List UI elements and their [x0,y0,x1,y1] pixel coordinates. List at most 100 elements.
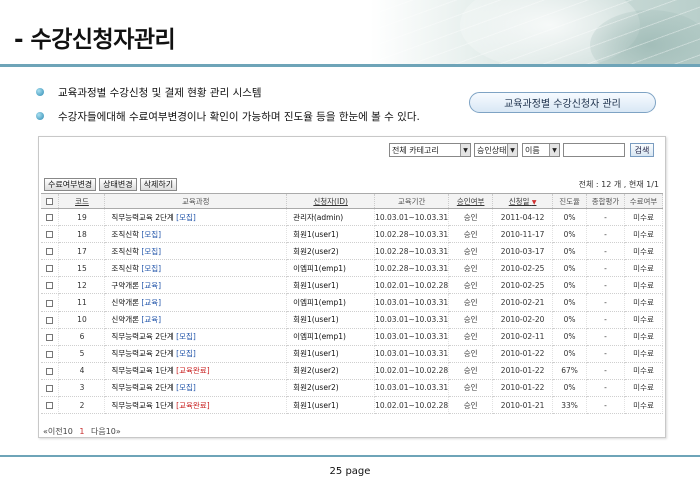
col-eval: 종합평가 [586,193,625,209]
table-row[interactable]: 15 조직신학 [모집] 이엠피1(emp1) 10.02.28~10.03.31 승인… [41,259,664,278]
cell-approval: 승인 [448,362,494,380]
table-row[interactable]: 18 조직신학 [모집] 회원1(user1) 10.02.28~10.03.31 승인… [41,225,664,244]
row-checkbox[interactable] [46,214,54,222]
cell-course[interactable]: 조직신학 [모집] [104,225,288,244]
delete-button[interactable]: 삭제하기 [139,178,178,191]
action-buttons: 수료여부변경 상태변경 삭제하기 [44,178,180,191]
cell-approval: 승인 [448,328,494,346]
cell-date: 2010-02-20 [492,311,554,329]
cell-applicant: 이엠피1(emp1) [286,293,376,312]
prev-page-link[interactable]: «이전10 [43,427,73,436]
row-select-cell [41,362,60,380]
row-checkbox[interactable] [46,231,54,239]
cell-course[interactable]: 직무능력교육 1단계 [교육완료] [104,396,288,415]
search-button[interactable]: 검색 [630,143,654,157]
table-row[interactable]: 19 직무능력교육 2단계 [모집] 관리자(admin) 10.03.01~10.0… [41,208,664,227]
category-select[interactable]: 전체 카테고리 ▼ [389,143,471,157]
cell-code: 15 [58,259,106,278]
table-row[interactable]: 11 신약개론 [교육] 이엠피1(emp1) 10.03.01~10.03.31 승인… [41,293,664,312]
cell-course[interactable]: 직무능력교육 2단계 [모집] [104,379,288,398]
cell-eval: - [586,208,625,227]
cell-applicant: 이엠피1(emp1) [286,328,376,346]
cell-complete: 미수료 [624,328,664,346]
row-checkbox[interactable] [46,248,54,256]
col-progress: 진도율 [552,193,588,209]
course-name: 직무능력교육 1단계 [111,366,174,376]
cell-complete: 미수료 [624,293,664,312]
row-select-cell [41,379,60,398]
cell-code: 19 [58,208,106,227]
cell-eval: - [586,362,625,380]
cell-course[interactable]: 구약개론 [교육] [104,276,288,295]
row-checkbox[interactable] [46,367,54,375]
col-approval[interactable]: 승인여부 [448,193,494,209]
cell-course[interactable]: 조직신학 [모집] [104,259,288,278]
table-row[interactable]: 2 직무능력교육 1단계 [교육완료] 회원1(user1) 10.02.01~10.… [41,396,664,415]
status-select[interactable]: 승인상태 ▼ [474,143,518,157]
change-status-button[interactable]: 상태변경 [99,178,137,191]
select-all-checkbox[interactable] [46,198,54,205]
category-select-value: 전체 카테고리 [392,145,439,155]
field-select[interactable]: 이름 ▼ [522,143,560,157]
course-status-tag: [교육] [141,315,162,325]
decoration-lines [370,0,700,66]
col-code[interactable]: 코드 [58,193,106,209]
row-select-cell [41,396,60,415]
cell-course[interactable]: 신약개론 [교육] [104,293,288,312]
cell-code: 5 [58,345,106,363]
cell-course[interactable]: 직무능력교육 2단계 [모집] [104,208,288,227]
enrollment-table: 코드 교육과정 신청자(ID) 교육기간 승인여부 신청일 ▼ 진도율 종합평가… [41,193,664,415]
row-checkbox[interactable] [46,384,54,392]
cell-period: 10.02.01~10.02.28 [374,362,450,380]
cell-course[interactable]: 신약개론 [교육] [104,311,288,329]
search-input[interactable] [563,143,625,157]
cell-complete: 미수료 [624,311,664,329]
chevron-down-icon: ▼ [549,144,559,156]
course-name: 직무능력교육 2단계 [111,383,174,393]
table-row[interactable]: 17 조직신학 [모집] 회원2(user2) 10.02.28~10.03.31 승인… [41,242,664,261]
cell-eval: - [586,293,625,312]
cell-eval: - [586,311,625,329]
cell-approval: 승인 [448,242,494,261]
table-row[interactable]: 10 신약개론 [교육] 회원1(user1) 10.03.01~10.03.31 승인… [41,311,664,329]
next-page-link[interactable]: 다음10» [91,427,121,436]
cell-code: 17 [58,242,106,261]
cell-applicant: 이엠피1(emp1) [286,259,376,278]
col-applicant[interactable]: 신청자(ID) [286,193,376,209]
row-checkbox[interactable] [46,282,54,290]
row-checkbox[interactable] [46,402,54,410]
change-completion-button[interactable]: 수료여부변경 [44,178,97,191]
current-page[interactable]: 1 [79,427,84,436]
course-name: 신약개론 [111,298,140,308]
table-row[interactable]: 3 직무능력교육 2단계 [모집] 회원2(user2) 10.03.01~10.03… [41,379,664,398]
cell-code: 10 [58,311,106,329]
row-checkbox[interactable] [46,316,54,324]
cell-approval: 승인 [448,345,494,363]
row-checkbox[interactable] [46,350,54,358]
row-checkbox[interactable] [46,333,54,341]
cell-course[interactable]: 직무능력교육 2단계 [모집] [104,345,288,363]
course-name: 직무능력교육 2단계 [111,349,174,359]
course-name: 조직신학 [111,246,140,256]
cell-period: 10.03.01~10.03.31 [374,328,450,346]
cell-course[interactable]: 직무능력교육 1단계 [교육완료] [104,362,288,380]
col-date-header[interactable]: 신청일 ▼ [492,193,554,209]
sort-desc-icon: ▼ [531,198,537,206]
cell-complete: 미수료 [624,345,664,363]
table-row[interactable]: 6 직무능력교육 2단계 [모집] 이엠피1(emp1) 10.03.01~10.03… [41,328,664,346]
cell-course[interactable]: 조직신학 [모집] [104,242,288,261]
cell-applicant: 회원1(user1) [286,396,376,415]
table-row[interactable]: 4 직무능력교육 1단계 [교육완료] 회원2(user2) 10.02.01~10.… [41,362,664,380]
chevron-down-icon: ▼ [460,144,470,156]
cell-applicant: 회원1(user1) [286,311,376,329]
cell-progress: 0% [552,345,588,363]
table-row[interactable]: 12 구약개론 [교육] 회원1(user1) 10.02.01~10.02.28 승인… [41,276,664,295]
table-row[interactable]: 5 직무능력교육 2단계 [모집] 회원1(user1) 10.03.01~10.03… [41,345,664,363]
row-checkbox[interactable] [46,299,54,307]
course-status-tag: [모집] [141,229,162,239]
cell-course[interactable]: 직무능력교육 2단계 [모집] [104,328,288,346]
cell-applicant: 회원1(user1) [286,345,376,363]
row-checkbox[interactable] [46,265,54,273]
cell-approval: 승인 [448,379,494,398]
cell-complete: 미수료 [624,379,664,398]
